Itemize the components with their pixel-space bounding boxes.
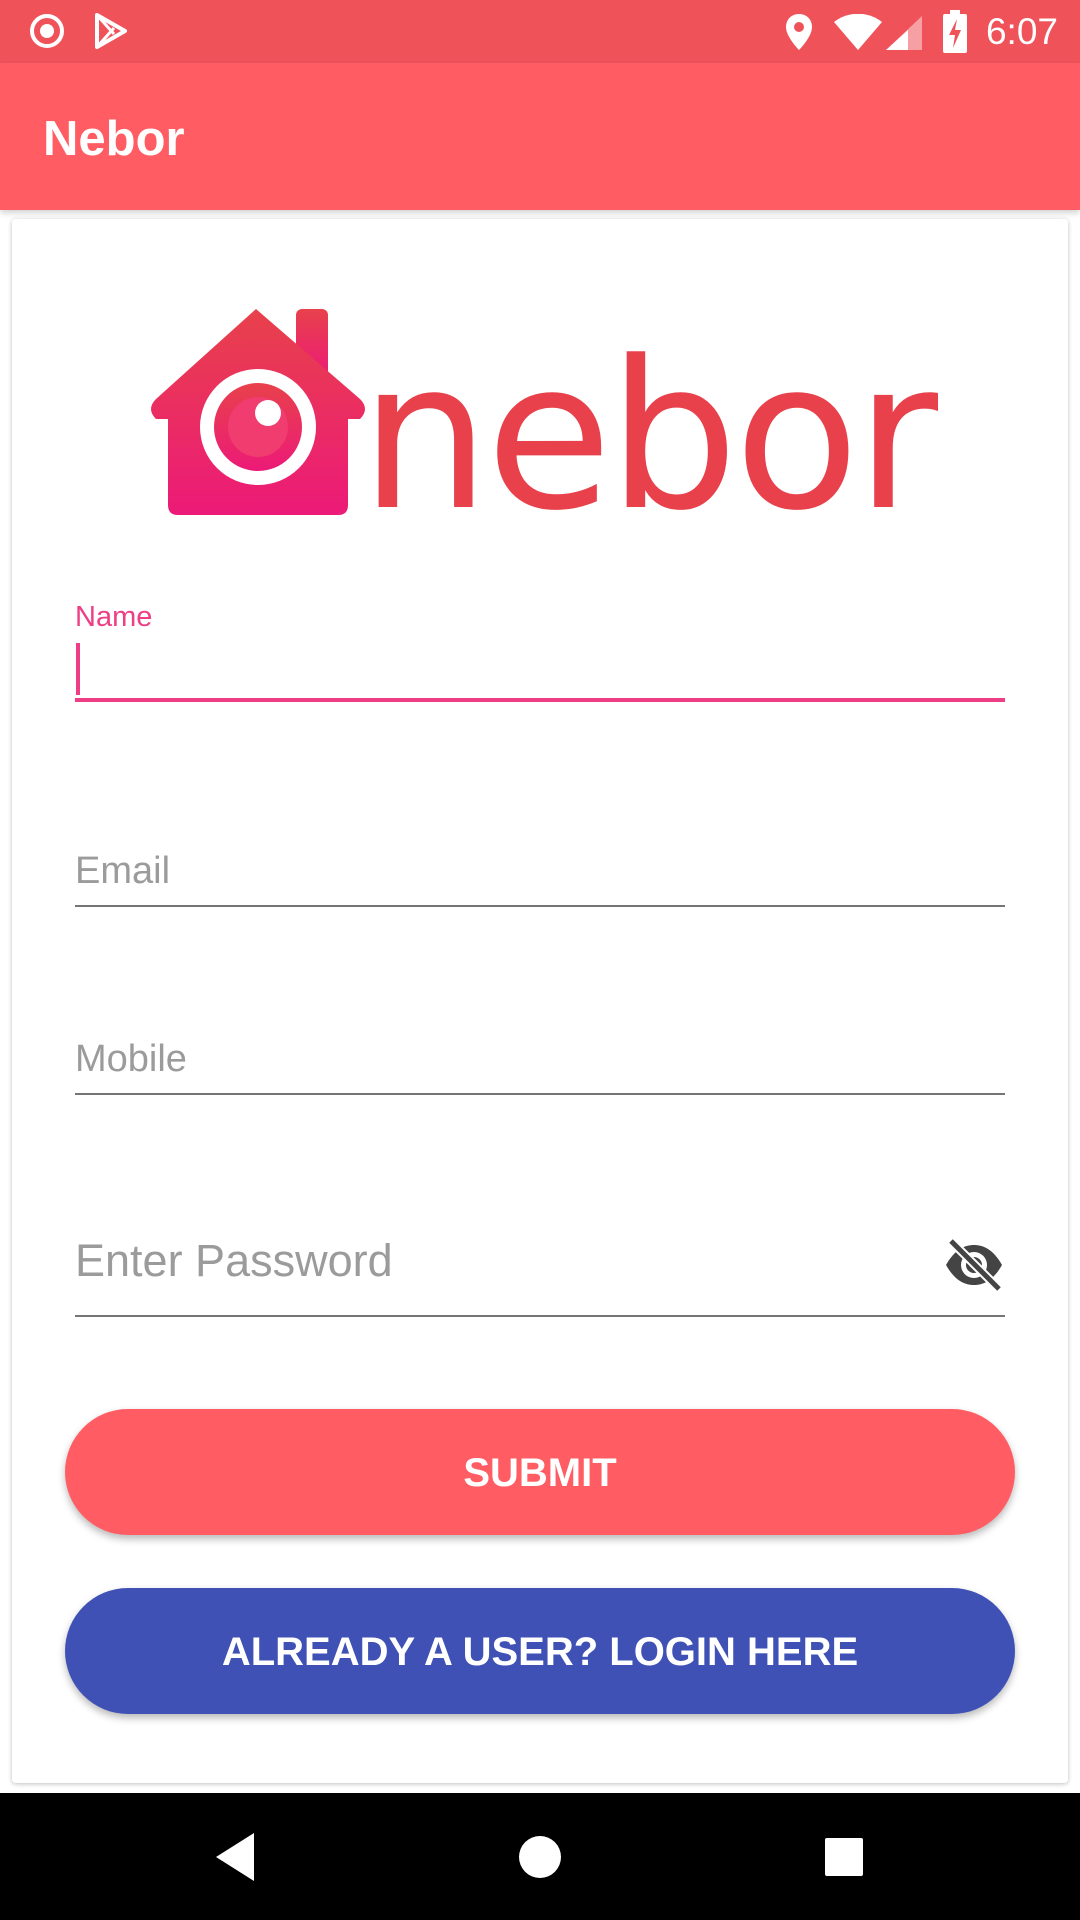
- battery-charging-icon: [942, 10, 968, 59]
- name-label: Name: [75, 601, 153, 633]
- password-field[interactable]: Enter Password: [75, 1231, 1005, 1321]
- login-button[interactable]: ALREADY A USER? LOGIN HERE: [65, 1588, 1015, 1714]
- registration-card: nebor Name Email Mobile Enter Password S…: [12, 219, 1068, 1783]
- mobile-underline: [75, 1093, 1005, 1095]
- email-underline: [75, 905, 1005, 907]
- submit-button[interactable]: SUBMIT: [65, 1409, 1015, 1535]
- navigation-bar: [0, 1793, 1080, 1920]
- name-input[interactable]: [75, 641, 1005, 697]
- name-underline: [75, 698, 1005, 702]
- password-input[interactable]: [75, 1231, 925, 1289]
- home-icon[interactable]: [508, 1825, 572, 1889]
- recents-icon[interactable]: [812, 1825, 876, 1889]
- house-eye-icon: [151, 309, 365, 515]
- screen: 6:07 Nebor nebor Name Email Mobile Enter…: [0, 0, 1080, 1920]
- status-time: 6:07: [985, 11, 1058, 52]
- app-title: Nebor: [43, 112, 185, 166]
- mobile-field[interactable]: Mobile: [75, 1037, 1005, 1117]
- eye-off-icon[interactable]: [943, 1237, 1005, 1293]
- location-icon: [783, 12, 815, 57]
- play-store-icon: [92, 12, 130, 55]
- status-bar: 6:07: [0, 0, 1080, 63]
- app-bar: Nebor: [0, 63, 1080, 210]
- back-icon[interactable]: [204, 1825, 268, 1889]
- signal-icon: [884, 14, 924, 57]
- password-underline: [75, 1315, 1005, 1317]
- record-icon: [28, 12, 66, 55]
- mobile-input[interactable]: [75, 1037, 1005, 1087]
- wifi-icon: [832, 13, 884, 57]
- name-field[interactable]: Name: [75, 601, 1005, 711]
- email-field[interactable]: Email: [75, 849, 1005, 929]
- nebor-logo: nebor: [148, 307, 945, 556]
- email-input[interactable]: [75, 849, 1005, 899]
- logo-text: nebor: [360, 318, 938, 532]
